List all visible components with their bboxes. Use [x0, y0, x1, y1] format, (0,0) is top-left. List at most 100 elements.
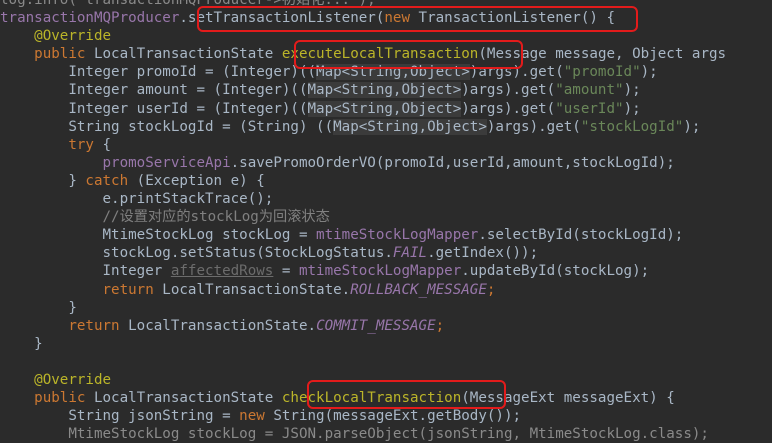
- code-line[interactable]: return LocalTransactionState.COMMIT_MESS…: [0, 317, 772, 335]
- code-token: try: [68, 136, 103, 153]
- code-token: Integer: [0, 263, 171, 280]
- code-token: .updateById(stockLog);: [461, 263, 650, 280]
- code-token: );: [640, 64, 658, 81]
- code-line[interactable]: MtimeStockLog stockLog = JSON.parseObjec…: [0, 425, 772, 443]
- code-token: ;: [435, 317, 445, 334]
- code-token: LocalTransactionState.: [162, 281, 351, 298]
- code-token: @Override: [34, 371, 112, 388]
- code-token: new: [239, 408, 274, 425]
- code-line[interactable]: stockLog.setStatus(StockLogStatus.FAIL.g…: [0, 244, 772, 262]
- code-line[interactable]: String stockLogId = (String) ((Map<Strin…: [0, 118, 772, 136]
- code-token: );: [683, 118, 701, 135]
- code-token: {: [102, 136, 112, 153]
- code-line[interactable]: promoServiceApi.savePromoOrderVO(promoId…: [0, 154, 772, 172]
- code-token: return: [68, 317, 129, 334]
- code-token: mtimeStockLogMapper: [316, 227, 479, 244]
- code-token: catch: [85, 172, 137, 189]
- code-token: executeLocalTransaction: [281, 46, 479, 63]
- code-token: String jsonString =: [0, 408, 240, 425]
- code-token: "promoId": [563, 64, 641, 81]
- code-line[interactable]: //设置对应的stockLog为回滚状态: [0, 208, 772, 226]
- code-token: public: [34, 390, 94, 407]
- code-token: =: [273, 263, 299, 280]
- code-line[interactable]: MtimeStockLog stockLog = mtimeStockLogMa…: [0, 226, 772, 244]
- code-line[interactable]: transactionMQProducer.setTransactionList…: [0, 9, 772, 27]
- code-token: Integer amount = (Integer)((: [0, 82, 308, 99]
- code-token: stockLog.setStatus(StockLogStatus.: [0, 245, 393, 262]
- code-token: Map<String,Object>: [307, 100, 462, 117]
- code-token: }: [0, 335, 43, 352]
- code-line[interactable]: log.info("transactionMQProducer->初始化..."…: [0, 0, 772, 9]
- code-token: Map<String,Object>: [316, 64, 470, 81]
- code-token: affectedRows: [170, 263, 274, 280]
- code-line[interactable]: @Override: [0, 371, 772, 389]
- code-token: LocalTransactionState: [93, 390, 282, 407]
- code-token: ROLLBACK_MESSAGE: [350, 281, 487, 298]
- code-token: FAIL: [392, 245, 428, 262]
- code-token: );: [623, 82, 641, 99]
- code-token: promoServiceApi: [102, 154, 231, 171]
- code-token: )args).get(: [486, 118, 581, 135]
- code-token: log.info("transactionMQProducer->初始化..."…: [0, 0, 376, 8]
- code-line[interactable]: @Override: [0, 27, 772, 45]
- code-token: transactionMQProducer: [0, 10, 180, 27]
- code-token: MtimeStockLog stockLog = JSON.parseObjec…: [0, 426, 709, 443]
- code-token: (Message message, Object args: [478, 46, 727, 63]
- code-line[interactable]: Integer promoId = (Integer)((Map<String,…: [0, 63, 772, 81]
- code-token: .selectById(stockLogId);: [478, 227, 684, 244]
- code-token: return: [102, 281, 163, 298]
- code-token: .getIndex());: [427, 245, 539, 262]
- code-line[interactable]: public LocalTransactionState executeLoca…: [0, 45, 772, 63]
- code-token: )args).get(: [461, 82, 556, 99]
- code-line[interactable]: return LocalTransactionState.ROLLBACK_ME…: [0, 281, 772, 299]
- code-token: .setTransactionListener(: [179, 10, 385, 27]
- code-token: checkLocalTransaction: [281, 390, 462, 407]
- code-token: "amount": [555, 82, 624, 99]
- code-token: )args).get(: [461, 100, 556, 117]
- code-token: (Exception e) {: [136, 172, 265, 189]
- code-token: //设置对应的stockLog为回滚状态: [102, 209, 330, 226]
- code-token: }: [0, 172, 86, 189]
- code-line[interactable]: try {: [0, 136, 772, 154]
- code-token: e.printStackTrace();: [0, 191, 274, 208]
- code-token: COMMIT_MESSAGE: [316, 317, 436, 334]
- code-token: .savePromoOrderVO(promoId,userId,amount,…: [230, 154, 675, 171]
- code-token: String(messageExt.getBody());: [273, 408, 522, 425]
- code-token: );: [623, 100, 641, 117]
- code-editor[interactable]: log.info("transactionMQProducer->初始化..."…: [0, 0, 772, 443]
- code-token: LocalTransactionState.: [128, 317, 317, 334]
- code-token: new: [384, 10, 419, 27]
- code-token: Map<String,Object>: [307, 82, 462, 99]
- code-line[interactable]: Integer userId = (Integer)((Map<String,O…: [0, 100, 772, 118]
- code-line[interactable]: } catch (Exception e) {: [0, 172, 772, 190]
- code-line[interactable]: [0, 353, 772, 371]
- code-token: mtimeStockLogMapper: [298, 263, 462, 280]
- code-token: )args).get(: [469, 64, 564, 81]
- code-token: MtimeStockLog stockLog =: [0, 227, 317, 244]
- code-line[interactable]: Integer amount = (Integer)((Map<String,O…: [0, 81, 772, 99]
- code-line[interactable]: e.printStackTrace();: [0, 190, 772, 208]
- code-line[interactable]: }: [0, 335, 772, 353]
- code-token: @Override: [34, 28, 112, 45]
- code-token: Integer promoId = (Integer)((: [0, 64, 317, 81]
- code-token: (MessageExt messageExt) {: [461, 390, 675, 407]
- code-token: "userId": [555, 100, 624, 117]
- code-token: Map<String,Object>: [333, 118, 487, 135]
- code-line[interactable]: }: [0, 299, 772, 317]
- code-line[interactable]: Integer affectedRows = mtimeStockLogMapp…: [0, 262, 772, 280]
- code-token: public: [34, 46, 94, 63]
- code-token: LocalTransactionState: [93, 46, 282, 63]
- code-token: "stockLogId": [580, 118, 684, 135]
- code-line[interactable]: String jsonString = new String(messageEx…: [0, 407, 772, 425]
- code-token: }: [0, 299, 77, 316]
- code-line[interactable]: public LocalTransactionState checkLocalT…: [0, 389, 772, 407]
